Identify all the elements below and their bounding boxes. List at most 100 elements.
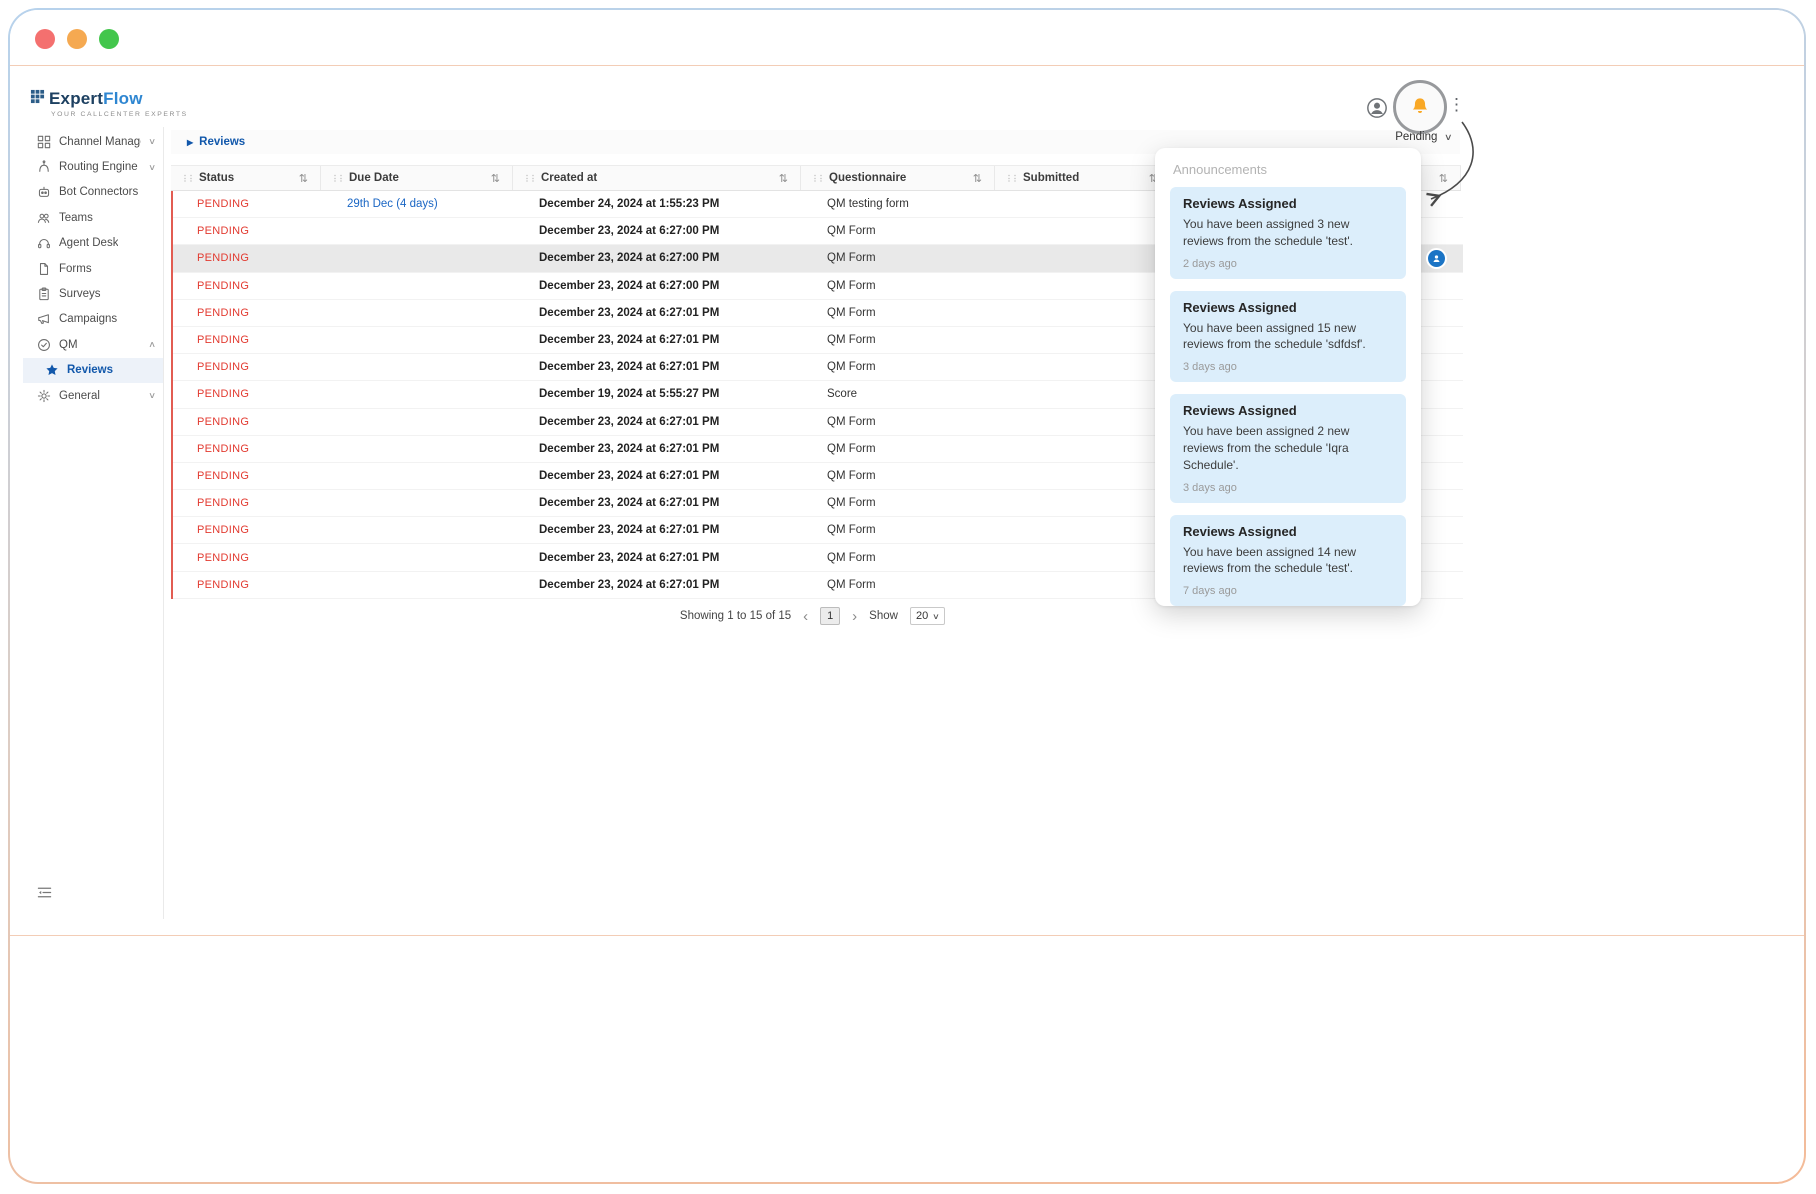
- headset-icon: [37, 236, 51, 250]
- sort-icon[interactable]: ⇅: [973, 172, 982, 185]
- notifications-bell-icon[interactable]: [1409, 96, 1431, 118]
- current-page[interactable]: 1: [820, 607, 840, 625]
- created-at-cell: December 23, 2024 at 6:27:01 PM: [515, 300, 803, 326]
- kebab-menu-icon[interactable]: ⋮: [1448, 95, 1465, 115]
- due-date-cell: [323, 517, 515, 543]
- titlebar: [10, 10, 1804, 66]
- sidebar-item-forms[interactable]: Forms: [23, 256, 163, 281]
- sidebar-item-label: Surveys: [59, 288, 101, 300]
- created-at-cell: December 24, 2024 at 1:55:23 PM: [515, 191, 803, 217]
- star-icon: [45, 363, 59, 377]
- submitted-cell: [997, 245, 1173, 271]
- due-date-cell: [323, 381, 515, 407]
- column-header-label: Submitted: [1023, 172, 1079, 184]
- status-cell: PENDING: [173, 218, 323, 244]
- chevron-down-icon: ∨: [148, 136, 156, 147]
- announcement-card[interactable]: Reviews AssignedYou have been assigned 1…: [1170, 291, 1406, 383]
- chevron-down-icon: ∨: [148, 390, 156, 401]
- sidebar-item-qm[interactable]: QM ∧: [23, 332, 163, 357]
- announcement-title: Reviews Assigned: [1183, 196, 1393, 211]
- sidebar-item-label: Teams: [59, 212, 93, 224]
- announcements-list: Reviews AssignedYou have been assigned 3…: [1155, 187, 1421, 606]
- sidebar-item-general[interactable]: General∨: [23, 383, 163, 408]
- announcement-card[interactable]: Reviews AssignedYou have been assigned 3…: [1170, 187, 1406, 279]
- breadcrumb-label: Reviews: [199, 136, 245, 148]
- user-avatar[interactable]: [1366, 97, 1388, 119]
- drag-handle-icon: ⋮⋮: [1005, 174, 1017, 183]
- people-icon: [37, 211, 51, 225]
- sidebar-item-campaigns[interactable]: Campaigns: [23, 307, 163, 332]
- status-cell: PENDING: [173, 273, 323, 299]
- submitted-cell: [997, 544, 1173, 570]
- questionnaire-cell: QM Form: [803, 218, 997, 244]
- questionnaire-cell: QM Form: [803, 409, 997, 435]
- due-date-cell: [323, 273, 515, 299]
- sidebar-item-label: Routing Engine: [59, 161, 138, 173]
- qm-check-icon: [37, 338, 51, 352]
- app-window: ExpertFlow your callcenter experts ⋮ Cha…: [8, 8, 1806, 1184]
- submitted-cell: [997, 409, 1173, 435]
- questionnaire-cell: QM Form: [803, 273, 997, 299]
- drag-handle-icon: ⋮⋮: [523, 174, 535, 183]
- gear-icon: [37, 389, 51, 403]
- created-at-cell: December 23, 2024 at 6:27:00 PM: [515, 273, 803, 299]
- sidebar-item-teams[interactable]: Teams: [23, 205, 163, 230]
- sidebar-item-reviews[interactable]: Reviews: [23, 358, 163, 383]
- announcements-title: Announcements: [1173, 162, 1403, 177]
- sidebar-item-channel-manager[interactable]: Channel Manager∨: [23, 129, 163, 154]
- breadcrumb-expander-icon[interactable]: ▶: [187, 138, 193, 147]
- column-header-created-at[interactable]: ⋮⋮Created at⇅: [513, 166, 801, 190]
- brand-logo: ExpertFlow your callcenter experts: [30, 89, 188, 118]
- pagination-summary: Showing 1 to 15 of 15: [680, 610, 791, 622]
- maximize-window-icon[interactable]: [99, 29, 119, 49]
- prev-page-icon[interactable]: ‹: [803, 609, 808, 624]
- brand-mark-icon: [30, 89, 45, 109]
- status-cell: PENDING: [173, 572, 323, 598]
- sidebar-item-label: QM: [59, 339, 78, 351]
- grid-icon: [37, 135, 51, 149]
- sort-icon[interactable]: ⇅: [299, 172, 308, 185]
- status-filter-value: Pending: [1395, 131, 1437, 143]
- breadcrumb[interactable]: ▶ Reviews: [187, 136, 245, 148]
- due-date-cell: [323, 327, 515, 353]
- status-filter-dropdown[interactable]: Pending ∨: [1395, 131, 1452, 143]
- status-cell: PENDING: [173, 463, 323, 489]
- announcement-card[interactable]: Reviews AssignedYou have been assigned 1…: [1170, 515, 1406, 606]
- sidebar-item-bot-connectors[interactable]: Bot Connectors: [23, 180, 163, 205]
- created-at-cell: December 23, 2024 at 6:27:01 PM: [515, 544, 803, 570]
- column-header-due-date[interactable]: ⋮⋮Due Date⇅: [321, 166, 513, 190]
- bot-icon: [37, 185, 51, 199]
- collapse-sidebar-icon[interactable]: [37, 885, 53, 901]
- sidebar-item-surveys[interactable]: Surveys: [23, 281, 163, 306]
- page-size-select[interactable]: 20 ∨: [910, 607, 945, 625]
- sort-icon[interactable]: ⇅: [1439, 172, 1448, 185]
- column-header-questionnaire[interactable]: ⋮⋮Questionnaire⇅: [801, 166, 995, 190]
- announcement-time: 7 days ago: [1183, 585, 1393, 597]
- minimize-window-icon[interactable]: [67, 29, 87, 49]
- brand-tagline: your callcenter experts: [51, 111, 188, 118]
- due-date-cell[interactable]: 29th Dec (4 days): [323, 191, 515, 217]
- questionnaire-cell: Score: [803, 381, 997, 407]
- column-header-submitted[interactable]: ⋮⋮Submitted⇅: [995, 166, 1171, 190]
- questionnaire-cell: QM Form: [803, 544, 997, 570]
- sort-icon[interactable]: ⇅: [491, 172, 500, 185]
- close-window-icon[interactable]: [35, 29, 55, 49]
- brand-name: ExpertFlow: [49, 89, 143, 109]
- column-header-status[interactable]: ⋮⋮Status⇅: [171, 166, 321, 190]
- announcement-title: Reviews Assigned: [1183, 524, 1393, 539]
- sidebar: Channel Manager∨Routing Engine∨Bot Conne…: [23, 127, 164, 919]
- next-page-icon[interactable]: ›: [852, 609, 857, 624]
- submitted-cell: [997, 436, 1173, 462]
- chevron-up-icon: ∧: [148, 339, 156, 350]
- status-cell: PENDING: [173, 490, 323, 516]
- submitted-cell: [997, 490, 1173, 516]
- sidebar-item-agent-desk[interactable]: Agent Desk: [23, 231, 163, 256]
- due-date-cell: [323, 300, 515, 326]
- submitted-cell: [997, 191, 1173, 217]
- sidebar-item-routing-engine[interactable]: Routing Engine∨: [23, 154, 163, 179]
- announcement-card[interactable]: Reviews AssignedYou have been assigned 2…: [1170, 394, 1406, 502]
- sort-icon[interactable]: ⇅: [779, 172, 788, 185]
- sidebar-item-label: Forms: [59, 263, 92, 275]
- sidebar-item-label: Bot Connectors: [59, 186, 138, 198]
- created-at-cell: December 23, 2024 at 6:27:01 PM: [515, 436, 803, 462]
